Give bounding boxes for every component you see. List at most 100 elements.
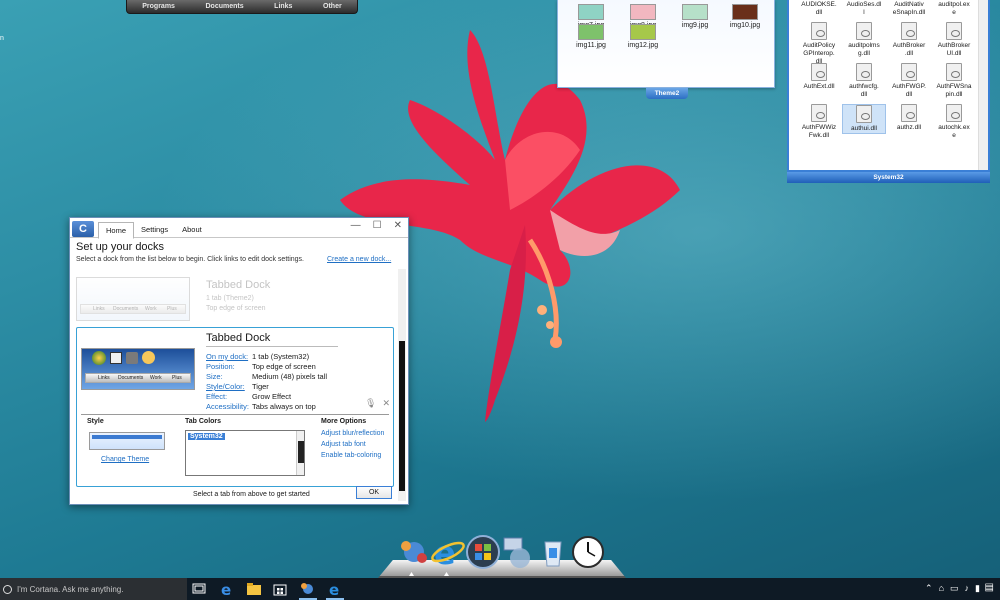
dll-file-icon xyxy=(811,22,827,40)
file-name: authfwcfg. dll xyxy=(849,83,879,98)
image-thumbnail xyxy=(630,24,656,40)
scroll-thumb[interactable] xyxy=(298,441,304,463)
message-tray-icon[interactable]: ▭ xyxy=(950,583,959,594)
system32-file-item[interactable]: auditpol.ex e xyxy=(932,1,976,17)
change-theme-link[interactable]: Change Theme xyxy=(101,456,149,463)
style-preview[interactable] xyxy=(89,432,165,450)
dock-card-system32[interactable]: Links Documents Work Plus Tabbed Dock On… xyxy=(76,327,394,499)
system32-file-item[interactable]: authz.dll xyxy=(887,104,931,132)
adjust-blur-link[interactable]: Adjust blur/reflection xyxy=(321,430,384,437)
window-titlebar[interactable]: C Home Settings About — ☐ ✕ xyxy=(70,218,408,239)
internet-explorer-taskbar-icon[interactable]: e xyxy=(327,581,343,597)
cortana-icon xyxy=(3,584,12,594)
preview-tab-label: Documents xyxy=(113,306,139,312)
tab-settings[interactable]: Settings xyxy=(134,222,175,239)
file-name: AuthFWWiz Fwk.dll xyxy=(801,124,837,139)
scroll-thumb[interactable] xyxy=(399,341,405,491)
clock-icon[interactable] xyxy=(570,534,606,570)
dock-title: Tabbed Dock xyxy=(206,332,271,344)
dock-tab-programs[interactable]: Programs xyxy=(142,3,175,10)
detail-label[interactable]: Style/Color: xyxy=(206,382,245,391)
system32-file-item[interactable]: auditpolms g.dll xyxy=(842,22,886,58)
system32-file-item[interactable]: AuthFWWiz Fwk.dll xyxy=(797,104,841,140)
enable-coloring-link[interactable]: Enable tab-coloring xyxy=(321,452,381,459)
preview-tab-label: Links xyxy=(93,306,105,312)
file-name: AuthFWSna pin.dll xyxy=(936,83,972,98)
file-name: AuthExt.dll xyxy=(803,83,835,90)
tab-colors-list[interactable]: System32 xyxy=(185,430,305,476)
detail-label[interactable]: On my dock: xyxy=(206,352,248,361)
minimize-button[interactable]: — xyxy=(351,220,361,231)
dock-tab-documents[interactable]: Documents xyxy=(206,3,244,10)
maximize-button[interactable]: ☐ xyxy=(373,220,382,231)
theme2-image-item[interactable]: img12.jpg xyxy=(618,24,668,49)
app-dock-icon[interactable] xyxy=(396,534,432,570)
cortana-search-box[interactable]: I'm Cortana. Ask me anything. xyxy=(0,578,187,600)
dock-tab-links[interactable]: Links xyxy=(274,3,292,10)
dock-card-theme2[interactable]: Links Documents Work Plus Tabbed Dock 1 … xyxy=(76,275,396,325)
list-scrollbar[interactable] xyxy=(296,431,304,475)
store-icon[interactable] xyxy=(272,581,288,597)
close-button[interactable]: ✕ xyxy=(394,220,402,231)
system32-file-item[interactable]: AuthFWGP. dll xyxy=(887,63,931,99)
system32-file-item[interactable]: AuthFWSna pin.dll xyxy=(932,63,976,99)
window-controls: — ☐ ✕ xyxy=(351,220,402,231)
tab-about[interactable]: About xyxy=(175,222,209,239)
windows-start-orb-icon[interactable] xyxy=(465,534,501,570)
image-filename: img12.jpg xyxy=(627,42,659,49)
network-icon[interactable] xyxy=(500,534,536,570)
dll-file-icon xyxy=(856,105,872,123)
theme2-image-item[interactable]: img11.jpg xyxy=(566,24,616,49)
system32-file-item[interactable]: AUDIOKSE. dll xyxy=(797,1,841,17)
window-tabs: Home Settings About xyxy=(98,222,209,239)
theme2-tab[interactable]: Theme2 xyxy=(646,88,688,99)
file-name: auditpol.ex e xyxy=(938,1,970,16)
theme2-image-item[interactable]: img10.jpg xyxy=(720,4,770,29)
system32-tab[interactable]: System32 xyxy=(787,172,990,183)
delete-icon[interactable]: ✕ xyxy=(382,398,390,409)
dock-preview-image: Links Documents Work Plus xyxy=(76,277,190,321)
list-item[interactable]: System32 xyxy=(188,433,225,440)
system32-file-item[interactable]: AuthBroker UI.dll xyxy=(932,22,976,58)
dll-file-icon xyxy=(856,22,872,40)
create-dock-link[interactable]: Create a new dock... xyxy=(327,256,391,263)
edge-browser-icon[interactable]: e xyxy=(219,581,235,597)
system32-file-item[interactable]: AuthExt.dll xyxy=(797,63,841,91)
system32-file-item[interactable]: authfwcfg. dll xyxy=(842,63,886,99)
system32-scrollbar[interactable] xyxy=(978,0,988,170)
start-orb-icon xyxy=(92,351,106,365)
microphone-icon[interactable]: 🎙 xyxy=(365,398,376,409)
network-tray-icon[interactable]: ⌂ xyxy=(939,583,944,594)
dll-file-icon xyxy=(946,63,962,81)
internet-explorer-icon[interactable]: e xyxy=(430,534,466,570)
dock-app-taskbar-icon[interactable] xyxy=(300,581,316,597)
system32-file-item[interactable]: AudioSes.dl l xyxy=(842,1,886,17)
file-explorer-icon[interactable] xyxy=(246,581,262,597)
system32-file-item[interactable]: authui.dll xyxy=(842,104,886,134)
dll-file-icon xyxy=(811,63,827,81)
system32-file-item[interactable]: autochk.ex e xyxy=(932,104,976,140)
task-view-icon[interactable] xyxy=(191,581,207,597)
file-name: authz.dll xyxy=(896,124,922,131)
dock-tab-count: 1 tab (Theme2) xyxy=(206,295,254,302)
exe-file-icon xyxy=(946,104,962,122)
adjust-font-link[interactable]: Adjust tab font xyxy=(321,441,366,448)
file-name: AuthBroker .dll xyxy=(892,42,926,57)
dock-preview-image: Links Documents Work Plus xyxy=(81,348,195,390)
recycle-bin-icon[interactable] xyxy=(535,534,571,570)
system32-file-item[interactable]: AuthBroker .dll xyxy=(887,22,931,58)
system32-file-item[interactable]: AuditNativ eSnapIn.dll xyxy=(887,1,931,17)
volume-icon[interactable]: ♪ xyxy=(965,583,970,594)
ok-button[interactable]: OK xyxy=(356,486,392,499)
chevron-up-icon[interactable]: ⌃ xyxy=(925,583,933,594)
file-name: auditpolms g.dll xyxy=(848,42,880,57)
window-scrollbar[interactable] xyxy=(398,269,406,501)
tab-home[interactable]: Home xyxy=(98,222,135,239)
theme2-image-item[interactable]: img9.jpg xyxy=(670,4,720,29)
system32-file-item[interactable]: AuditPolicy GPInterop. dll xyxy=(797,22,841,66)
action-center-icon[interactable]: ▤ xyxy=(985,582,994,593)
battery-icon[interactable]: ▮ xyxy=(975,583,980,594)
image-filename: img11.jpg xyxy=(576,42,606,49)
dock-tab-other[interactable]: Other xyxy=(323,3,342,10)
preview-tab-label: Links xyxy=(98,375,110,381)
